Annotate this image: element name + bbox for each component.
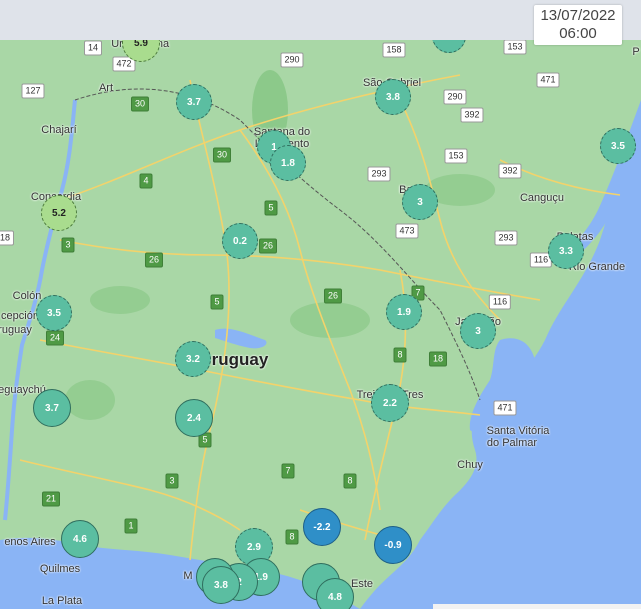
attribution-bar — [433, 604, 641, 609]
route-shield-26b: 26 — [144, 252, 164, 268]
route-shield-473: 473 — [395, 223, 419, 239]
route-shield-21: 21 — [41, 491, 61, 507]
label-quilmes: Quilmes — [39, 563, 81, 575]
route-shield-5b: 5 — [210, 294, 224, 310]
label-chajari: Chajarí — [41, 124, 77, 136]
temperature-marker[interactable]: 3.8 — [375, 79, 411, 115]
label-cangucu: Canguçu — [519, 192, 565, 204]
route-shield-14: 14 — [83, 40, 103, 56]
temperature-marker[interactable]: 3.8 — [202, 566, 240, 604]
temperature-marker[interactable]: 3.3 — [548, 233, 584, 269]
route-shield-290: 290 — [280, 52, 304, 68]
route-shield-3: 3 — [61, 237, 75, 253]
temperature-marker[interactable]: 4.6 — [61, 520, 99, 558]
label-colon: Colón — [12, 290, 42, 302]
route-shield-293b: 293 — [494, 230, 518, 246]
temperature-marker[interactable]: -2.2 — [303, 508, 341, 546]
route-shield-18: 18 — [0, 230, 15, 246]
route-shield-1: 1 — [124, 518, 138, 534]
route-shield-392: 392 — [460, 107, 484, 123]
route-shield-4: 4 — [139, 173, 153, 189]
temperature-marker[interactable]: -0.9 — [374, 526, 412, 564]
route-shield-471b: 471 — [493, 400, 517, 416]
label-p-edge: P — [632, 46, 640, 58]
temperature-marker[interactable]: 3.7 — [176, 84, 212, 120]
temperature-marker[interactable]: 2.2 — [371, 384, 409, 422]
route-shield-5: 5 — [264, 200, 278, 216]
route-shield-26c: 26 — [323, 288, 343, 304]
label-chuy: Chuy — [457, 459, 483, 471]
temperature-marker[interactable]: 3 — [402, 184, 438, 220]
route-shield-153b: 153 — [444, 148, 468, 164]
label-artigas: Art — [98, 82, 114, 94]
label-santa-vitoria: Santa Vitória — [486, 425, 550, 437]
temperature-marker[interactable]: 1.9 — [386, 294, 422, 330]
temperature-marker[interactable]: 5.2 — [41, 195, 77, 231]
route-shield-8b: 8 — [343, 473, 357, 489]
route-shield-158: 158 — [382, 42, 406, 58]
label-uruguay: ruguay — [211, 350, 269, 369]
label-uruguay-ar: ruguay — [0, 324, 32, 336]
route-shield-30b: 30 — [212, 147, 232, 163]
time-display: 13/07/2022 06:00 — [534, 5, 622, 45]
weather-map[interactable]: ruguay Chajarí Concordia Colón cepción r… — [0, 40, 641, 609]
route-shield-24: 24 — [45, 330, 65, 346]
temperature-marker[interactable]: 0.2 — [222, 223, 258, 259]
temperature-marker[interactable]: 3 — [460, 313, 496, 349]
temperature-marker[interactable]: 3.7 — [33, 389, 71, 427]
route-shield-290b: 290 — [443, 89, 467, 105]
route-shield-293: 293 — [367, 166, 391, 182]
route-shield-8c: 8 — [285, 529, 299, 545]
label-do-palmar: do Palmar — [486, 437, 538, 449]
route-shield-392b: 392 — [498, 163, 522, 179]
label-la-plata: La Plata — [41, 595, 83, 607]
route-shield-116b: 116 — [488, 294, 512, 310]
route-shield-153: 153 — [503, 40, 527, 55]
route-shield-471: 471 — [536, 72, 560, 88]
temperature-marker[interactable]: 1.8 — [270, 145, 306, 181]
route-shield-3b: 3 — [165, 473, 179, 489]
date-label: 13/07/2022 — [540, 7, 616, 24]
label-concepcion: cepción — [1, 310, 39, 322]
route-shield-26: 26 — [258, 238, 278, 254]
temperature-marker[interactable]: 3.5 — [600, 128, 636, 164]
label-montevideo: M — [183, 570, 193, 582]
temperature-marker[interactable]: 3.5 — [36, 295, 72, 331]
route-shield-30: 30 — [130, 96, 150, 112]
route-shield-7b: 7 — [281, 463, 295, 479]
label-buenos-aires: enos Aires — [4, 536, 56, 548]
label-punta-del-este: Este — [350, 578, 374, 590]
temperature-marker[interactable]: 4.8 — [316, 578, 354, 609]
route-shield-127: 127 — [21, 83, 45, 99]
temperature-marker[interactable]: 2.4 — [175, 399, 213, 437]
route-shield-8: 8 — [393, 347, 407, 363]
temperature-marker[interactable]: 3.2 — [175, 341, 211, 377]
route-shield-18b: 18 — [428, 351, 448, 367]
time-label: 06:00 — [559, 25, 597, 42]
